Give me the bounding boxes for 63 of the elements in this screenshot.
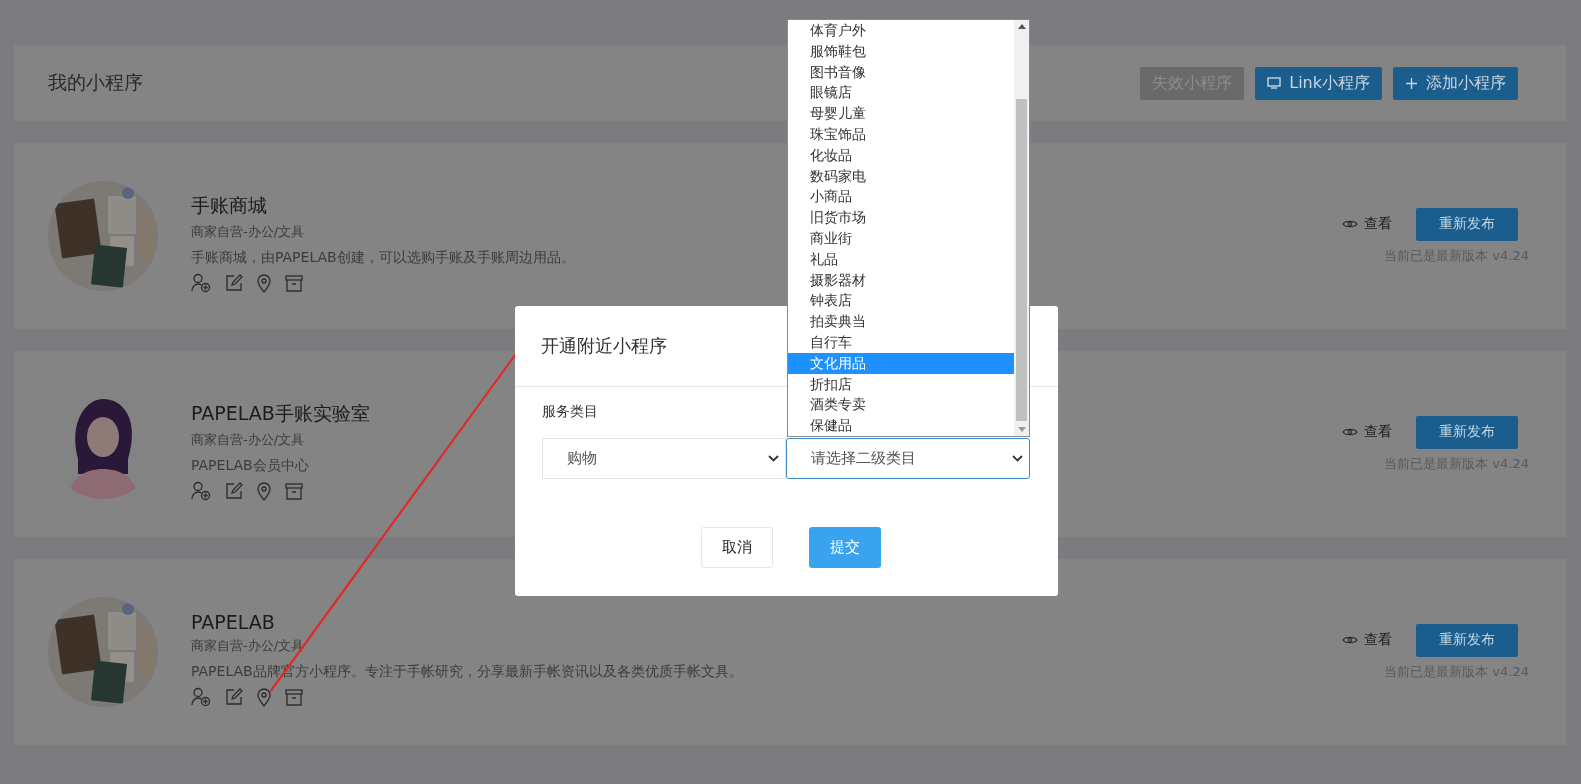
eye-icon <box>1342 219 1358 229</box>
archive-icon[interactable] <box>285 688 303 706</box>
app-name: PAPELAB手账实验室 <box>191 401 370 426</box>
republish-button[interactable]: 重新发布 <box>1416 415 1518 449</box>
add-user-icon[interactable] <box>191 687 211 707</box>
scrollbar[interactable] <box>1014 20 1029 436</box>
archive-icon[interactable] <box>285 482 303 500</box>
dropdown-option[interactable]: 旧货市场 <box>788 207 1014 228</box>
field-label: 服务类目 <box>542 403 598 421</box>
dropdown-option[interactable]: 珠宝饰品 <box>788 124 1014 145</box>
dropdown-option[interactable]: 酒类专卖 <box>788 394 1014 416</box>
app-category: 商家自营-办公/文具 <box>191 431 305 449</box>
eye-icon <box>1342 427 1358 437</box>
add-user-icon[interactable] <box>191 273 211 293</box>
dropdown-option[interactable]: 拍卖典当 <box>788 311 1014 332</box>
scrollbar-thumb[interactable] <box>1016 99 1027 421</box>
republish-button[interactable]: 重新发布 <box>1416 207 1518 241</box>
dropdown-option[interactable]: 自行车 <box>788 331 1014 353</box>
plus-icon <box>1405 76 1418 90</box>
dropdown-option[interactable]: 体育户外 <box>788 20 1014 41</box>
republish-button[interactable]: 重新发布 <box>1416 623 1518 657</box>
view-link[interactable]: 查看 <box>1342 423 1392 441</box>
subcategory-select[interactable]: 请选择二级类目 <box>786 438 1030 479</box>
dialog-button[interactable]: 取消 <box>700 527 773 568</box>
app-description: PAPELAB会员中心 <box>191 457 309 475</box>
dropdown-option[interactable]: 服饰鞋包 <box>788 40 1014 62</box>
edit-icon[interactable] <box>225 688 243 706</box>
add-user-icon[interactable] <box>191 481 211 501</box>
eye-icon <box>1342 635 1358 645</box>
category-select[interactable]: 购物 <box>542 438 786 479</box>
view-link[interactable]: 查看 <box>1342 631 1392 649</box>
dropdown-option[interactable]: 保健品 <box>788 415 1014 436</box>
archive-icon[interactable] <box>285 274 303 292</box>
dropdown-option[interactable]: 钟表店 <box>788 290 1014 312</box>
app-name: PAPELAB <box>191 611 275 633</box>
dropdown-option[interactable]: 礼品 <box>788 248 1014 270</box>
dropdown-option[interactable]: 数码家电 <box>788 165 1014 187</box>
app-description: 手账商城，由PAPELAB创建，可以选购手账及手账周边用品。 <box>191 249 575 267</box>
scroll-up-icon[interactable] <box>1017 24 1026 29</box>
dropdown-option[interactable]: 小商品 <box>788 186 1014 208</box>
header-button[interactable]: Link小程序 <box>1255 66 1382 100</box>
scroll-down-icon[interactable] <box>1017 427 1026 432</box>
header-button[interactable]: 添加小程序 <box>1393 66 1518 100</box>
location-pin-icon[interactable] <box>257 481 271 501</box>
app-name: 手账商城 <box>191 193 267 218</box>
dropdown-option[interactable]: 母婴儿童 <box>788 103 1014 124</box>
dropdown-option[interactable]: 眼镜店 <box>788 82 1014 104</box>
dropdown-option[interactable]: 商业街 <box>788 227 1014 249</box>
dialog-title: 开通附近小程序 <box>541 334 667 358</box>
dropdown-option[interactable]: 化妆品 <box>788 144 1014 166</box>
location-pin-icon[interactable] <box>257 687 271 707</box>
dropdown-option[interactable]: 折扣店 <box>788 373 1014 395</box>
chevron-down-icon <box>1012 455 1023 462</box>
view-link[interactable]: 查看 <box>1342 215 1392 233</box>
location-pin-icon[interactable] <box>257 273 271 293</box>
chevron-down-icon <box>768 455 779 462</box>
monitor-icon <box>1267 77 1282 89</box>
page-title: 我的小程序 <box>48 70 143 95</box>
edit-icon[interactable] <box>225 274 243 292</box>
app-category: 商家自营-办公/文具 <box>191 223 305 241</box>
edit-icon[interactable] <box>225 482 243 500</box>
dropdown-option[interactable]: 图书音像 <box>788 61 1014 83</box>
dropdown-option[interactable]: 摄影器材 <box>788 269 1014 291</box>
